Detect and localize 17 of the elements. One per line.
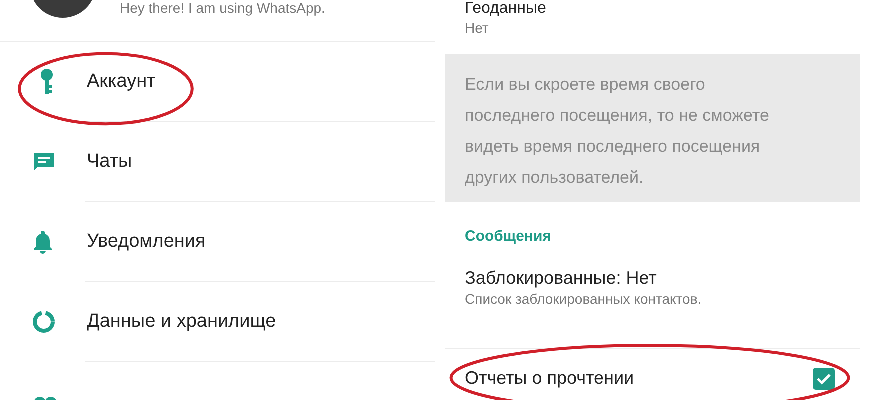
menu-item[interactable]: Чаты bbox=[87, 148, 132, 176]
info-text: Если вы скроете время своего последнего посещения, то не сможете видеть время последнего посещения других пользователей. bbox=[465, 74, 770, 189]
circle-icon bbox=[32, 310, 56, 334]
setting-title[interactable]: Заблокированные: Нет bbox=[465, 266, 657, 288]
checkbox[interactable] bbox=[813, 368, 835, 390]
bell-icon bbox=[32, 230, 54, 254]
setting-label: Отчеты о прочтении bbox=[465, 367, 634, 390]
setting-title: Геоданные bbox=[465, 0, 548, 18]
menu-item[interactable]: Уведомления bbox=[87, 228, 206, 256]
key-icon bbox=[40, 69, 54, 95]
setting-value: Нет bbox=[465, 19, 490, 38]
menu-item[interactable]: Аккаунт bbox=[87, 68, 156, 96]
section-header: Сообщения bbox=[465, 227, 552, 247]
menu-item[interactable]: Данные и хранилище bbox=[87, 308, 276, 336]
profile-status: Hey there! I am using WhatsApp. bbox=[120, 0, 326, 16]
setting-subtitle: Список заблокированных контактов. bbox=[465, 290, 702, 308]
message-icon bbox=[32, 151, 56, 173]
